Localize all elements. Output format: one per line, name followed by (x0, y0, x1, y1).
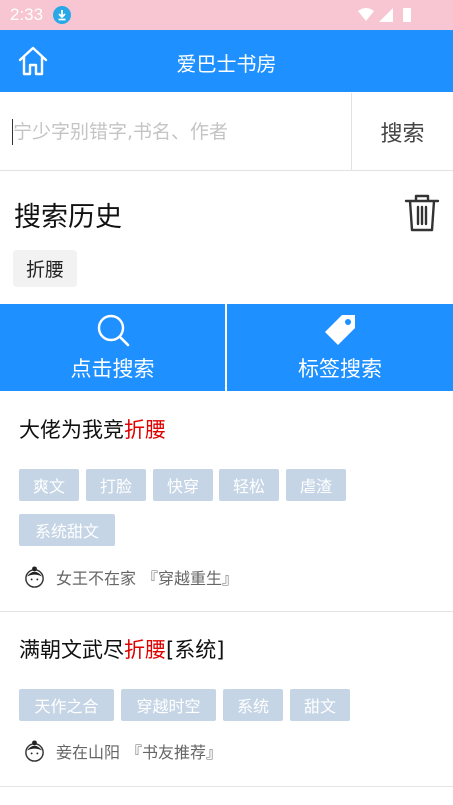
book-tag[interactable]: 穿越时空 (121, 689, 216, 721)
status-bar: 2:33 (0, 0, 453, 30)
book-tags: 天作之合 穿越时空 系统 甜文 (19, 689, 439, 723)
book-tag[interactable]: 天作之合 (19, 689, 114, 721)
book-title-suffix: [系统] (166, 638, 225, 662)
app-bar: 爱巴士书房 (0, 30, 453, 92)
click-search-button[interactable]: 点击搜索 (0, 304, 225, 391)
book-tag[interactable]: 打脸 (86, 469, 146, 501)
book-tags: 爽文 打脸 快穿 轻松 虐渣 系统甜文 (19, 469, 439, 549)
book-category: 『书友推荐』 (126, 743, 223, 762)
book-author: 女王不在家 (56, 569, 137, 588)
book-tag[interactable]: 爽文 (19, 469, 79, 501)
book-author-row: 女王不在家 『穿越重生』 (23, 564, 238, 590)
book-tag[interactable]: 快穿 (153, 469, 213, 501)
tag-search-button[interactable]: 标签搜索 (227, 304, 453, 391)
action-row: 点击搜索 标签搜索 (0, 304, 453, 391)
book-title-prefix: 满朝文武尽 (19, 638, 124, 662)
avatar-icon (25, 739, 44, 762)
search-row: 搜索 (0, 93, 453, 171)
search-button[interactable]: 搜索 (351, 93, 453, 170)
book-title-highlight: 折腰 (124, 638, 166, 662)
book-item[interactable]: 大佬为我竞折腰 爽文 打脸 快穿 轻松 虐渣 系统甜文 女王不在家 『穿越重生』 (0, 392, 453, 612)
book-title: 满朝文武尽折腰[系统] (19, 634, 224, 664)
search-icon (97, 314, 129, 347)
app-title: 爱巴士书房 (176, 52, 277, 76)
tag-icon (325, 315, 355, 345)
book-tag[interactable]: 虐渣 (286, 469, 346, 501)
wifi-icon (358, 8, 374, 21)
book-author-row: 妾在山阳 『书友推荐』 (23, 738, 222, 764)
book-author: 妾在山阳 (56, 743, 121, 762)
book-tag[interactable]: 系统 (223, 689, 283, 721)
trash-icon (404, 194, 440, 232)
status-icons (357, 6, 417, 28)
book-title-highlight: 折腰 (124, 418, 166, 442)
download-icon (53, 6, 71, 24)
click-search-label: 点击搜索 (70, 357, 155, 381)
signal-icon (379, 8, 393, 22)
status-time: 2:33 (10, 5, 44, 24)
text-caret (12, 119, 13, 145)
book-title-prefix: 大佬为我竞 (19, 418, 124, 442)
book-title: 大佬为我竞折腰 (19, 414, 166, 444)
search-input[interactable] (0, 93, 351, 170)
history-chip[interactable]: 折腰 (13, 250, 78, 287)
avatar-icon (25, 565, 44, 588)
tag-search-label: 标签搜索 (298, 357, 382, 381)
history-title: 搜索历史 (14, 202, 122, 233)
book-tag[interactable]: 甜文 (290, 689, 350, 721)
book-tag[interactable]: 轻松 (219, 469, 279, 501)
battery-icon (403, 8, 411, 22)
book-tag[interactable]: 系统甜文 (19, 514, 115, 546)
book-item[interactable]: 满朝文武尽折腰[系统] 天作之合 穿越时空 系统 甜文 妾在山阳 『书友推荐』 (0, 612, 453, 787)
clear-history-button[interactable] (403, 193, 441, 233)
book-category: 『穿越重生』 (142, 569, 239, 588)
